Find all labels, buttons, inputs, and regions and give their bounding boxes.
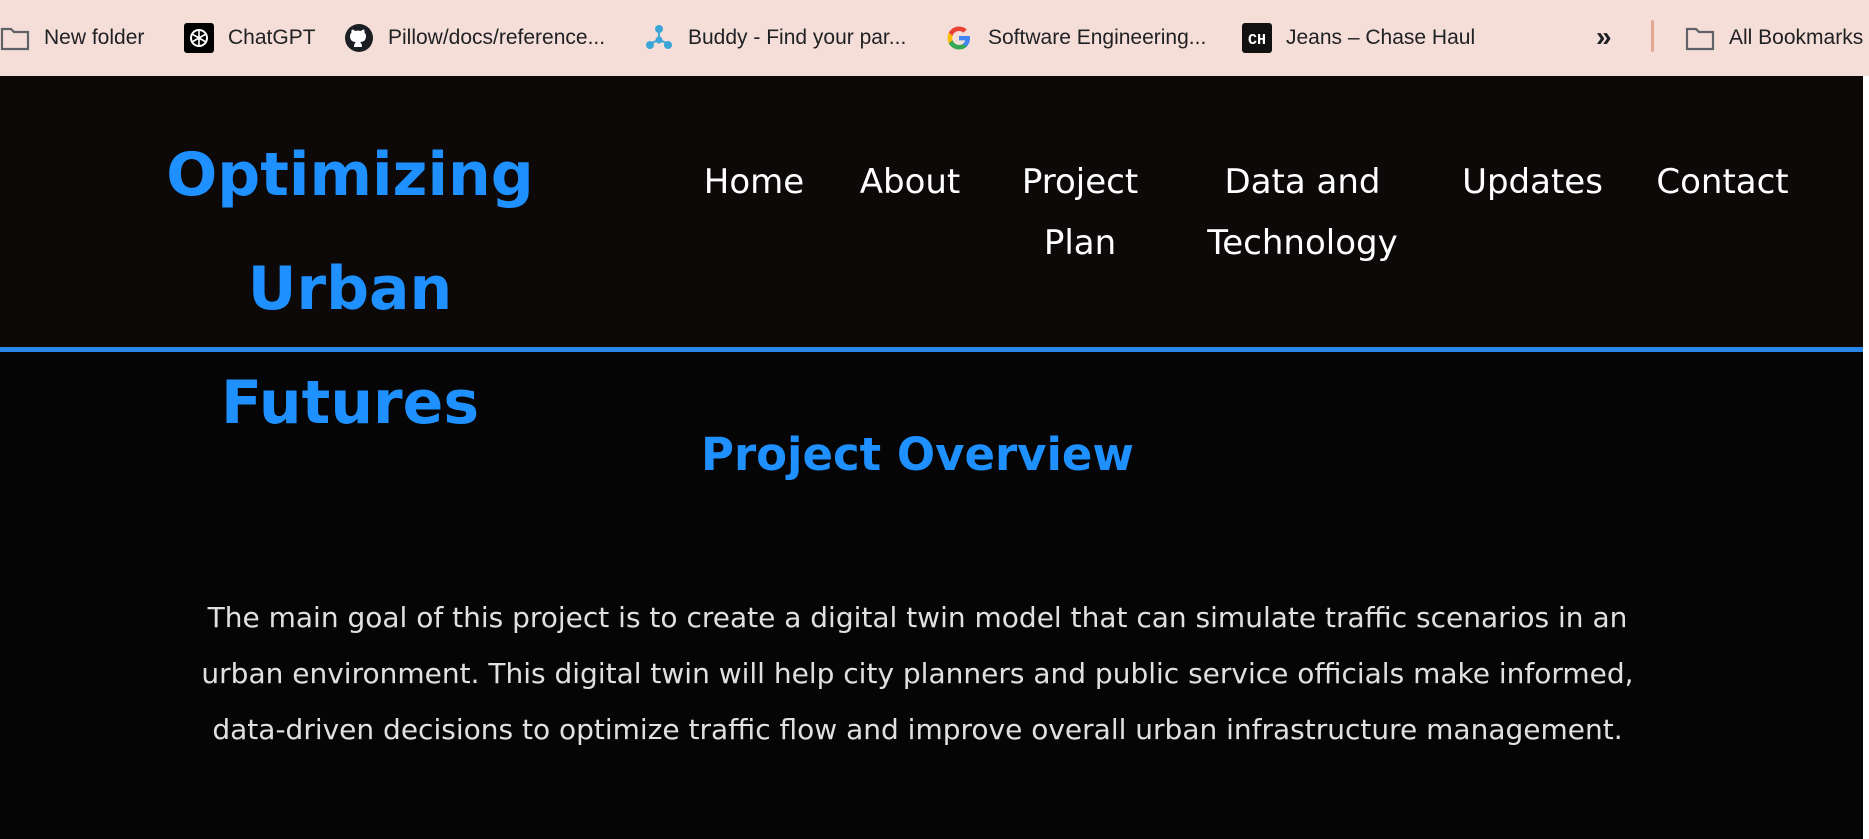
bookmark-new-folder[interactable]: New folder (0, 0, 144, 76)
nav-home-label: Home (703, 162, 805, 202)
nav-data-line2: Technology (1207, 223, 1398, 263)
bookmark-chatgpt[interactable]: ChatGPT (184, 0, 316, 76)
site-title-line1: Optimizing Urban (166, 140, 534, 324)
site-title[interactable]: Optimizing Urban Futures (60, 118, 640, 460)
nav-contact[interactable]: Contact (1650, 152, 1795, 213)
bookmark-label: Software Engineering... (988, 26, 1207, 49)
all-bookmarks-button[interactable]: All Bookmarks (1685, 0, 1863, 76)
bookmarks-divider (1651, 20, 1654, 52)
bookmark-label: ChatGPT (228, 26, 316, 49)
all-bookmarks-label: All Bookmarks (1729, 26, 1864, 49)
nav-data-and-technology[interactable]: Data and Technology (1195, 152, 1410, 274)
nav-updates[interactable]: Updates (1455, 152, 1610, 213)
section-title: Project Overview (700, 428, 1135, 481)
github-icon (344, 23, 374, 53)
bookmarks-bar: New folder ChatGPT Pillow/docs/reference… (0, 0, 1869, 76)
chase-haul-icon: CH (1242, 23, 1272, 53)
buddy-icon (644, 23, 674, 53)
nav-about[interactable]: About (850, 152, 970, 213)
google-icon (944, 23, 974, 53)
nav-project-plan-line2: Plan (1043, 223, 1117, 263)
bookmark-pillow-docs[interactable]: Pillow/docs/reference... (344, 0, 605, 76)
nav-about-label: About (859, 162, 961, 202)
nav-home[interactable]: Home (690, 152, 818, 213)
page-scrollbar-track[interactable] (1863, 76, 1869, 839)
nav-contact-label: Contact (1656, 162, 1789, 202)
overview-paragraph: The main goal of this project is to crea… (150, 590, 1685, 758)
folder-icon (1685, 23, 1715, 53)
bookmark-jeans-chase-haul[interactable]: CH Jeans – Chase Haul (1242, 0, 1475, 76)
nav-project-plan-line1: Project (1021, 162, 1139, 202)
more-bookmarks-chevron-icon[interactable]: » (1596, 22, 1624, 52)
bookmark-label: Buddy - Find your par... (688, 26, 907, 49)
bookmark-label: Jeans – Chase Haul (1286, 26, 1476, 49)
nav-data-line1: Data and (1224, 162, 1381, 202)
bookmark-label: New folder (44, 26, 145, 49)
overview-line: data-driven decisions to optimize traffi… (212, 713, 1623, 746)
nav-updates-label: Updates (1462, 162, 1603, 202)
chatgpt-icon (184, 23, 214, 53)
overview-line: urban environment. This digital twin wil… (201, 657, 1634, 690)
bookmark-software-engineering[interactable]: Software Engineering... (944, 0, 1206, 76)
bookmark-buddy[interactable]: Buddy - Find your par... (644, 0, 906, 76)
header-divider (0, 347, 1863, 352)
folder-icon (0, 23, 30, 53)
nav-project-plan[interactable]: Project Plan (1010, 152, 1150, 274)
chase-haul-badge-text: CH (1248, 32, 1266, 49)
overview-line: The main goal of this project is to crea… (207, 601, 1628, 634)
bookmark-label: Pillow/docs/reference... (388, 26, 606, 49)
